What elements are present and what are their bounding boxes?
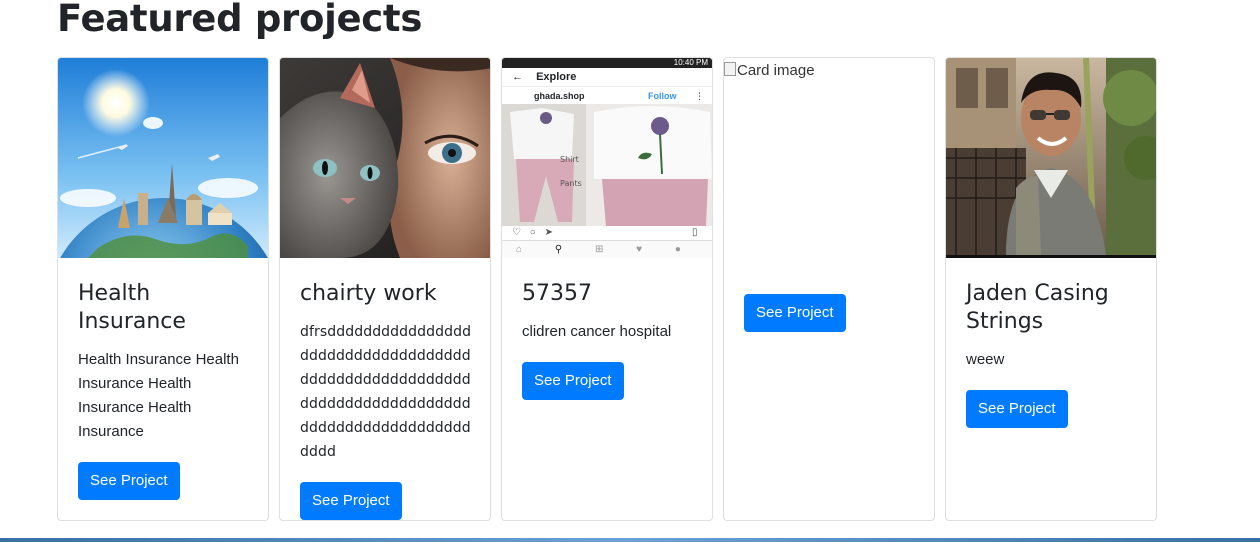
see-project-button[interactable]: See Project bbox=[966, 390, 1068, 428]
see-project-button[interactable]: See Project bbox=[744, 294, 846, 332]
card-image: Card image bbox=[724, 58, 934, 258]
card-image: 10:40 PM ← Explore ghada.shop Follow ⋮ S… bbox=[502, 58, 712, 258]
post-actions: ♡ ○ ➤ ▯ bbox=[502, 226, 712, 240]
search-icon: ⚲ bbox=[554, 244, 563, 255]
more-icon: ⋮ bbox=[695, 91, 704, 101]
comment-icon: ○ bbox=[529, 227, 536, 238]
card-text: clidren cancer hospital bbox=[522, 323, 672, 340]
broken-image: Card image bbox=[724, 62, 815, 79]
card-image bbox=[280, 58, 490, 258]
window-bottom-edge bbox=[0, 538, 1260, 542]
phone-tabbar: ⌂ ⚲ ⊞ ♥ ● bbox=[502, 240, 712, 258]
back-arrow-icon: ← bbox=[512, 71, 523, 83]
follow-link: Follow bbox=[648, 91, 677, 101]
shirt-caption: Shirt bbox=[560, 155, 579, 164]
broken-image-icon bbox=[724, 62, 736, 76]
pants-caption: Pants bbox=[560, 179, 582, 188]
project-card: Health Insurance Health Insurance Health… bbox=[57, 57, 269, 521]
card-text: weew bbox=[966, 351, 1005, 368]
bookmark-icon: ▯ bbox=[692, 227, 698, 238]
project-card: chairty work dfrsddddddddddddddddddddddd… bbox=[279, 57, 491, 521]
card-text: dfrsdddddddddddddddddddddddddddddddddddd… bbox=[300, 324, 472, 460]
page-title: Featured projects bbox=[57, 0, 423, 40]
screen-title: Explore bbox=[536, 71, 577, 83]
see-project-button[interactable]: See Project bbox=[78, 462, 180, 500]
heart-tab-icon: ♥ bbox=[636, 244, 643, 255]
account-name: ghada.shop bbox=[534, 91, 585, 101]
profile-icon: ● bbox=[674, 244, 681, 255]
card-text: Health Insurance Health Insurance Health… bbox=[78, 351, 239, 440]
share-icon: ➤ bbox=[544, 227, 553, 238]
image-alt-text: Card image bbox=[737, 62, 815, 79]
card-image bbox=[58, 58, 268, 258]
project-card: Card image See Project bbox=[723, 57, 935, 521]
card-title: 57357 bbox=[522, 281, 592, 306]
status-time: 10:40 PM bbox=[673, 58, 708, 67]
phone-status-bar: 10:40 PM bbox=[502, 58, 712, 68]
see-project-button[interactable]: See Project bbox=[522, 362, 624, 400]
project-card: Jaden Casing Strings weew See Project bbox=[945, 57, 1157, 521]
add-icon: ⊞ bbox=[594, 244, 604, 255]
account-row: ghada.shop Follow ⋮ bbox=[502, 86, 712, 105]
phone-header: ← Explore bbox=[502, 68, 712, 86]
card-title: Jaden Casing Strings bbox=[966, 281, 1109, 334]
home-icon: ⌂ bbox=[516, 244, 523, 255]
card-image bbox=[946, 58, 1156, 258]
card-title: chairty work bbox=[300, 281, 437, 306]
see-project-button[interactable]: See Project bbox=[300, 482, 402, 520]
project-card: 10:40 PM ← Explore ghada.shop Follow ⋮ S… bbox=[501, 57, 713, 521]
heart-icon: ♡ bbox=[512, 227, 521, 238]
card-title: Health Insurance bbox=[78, 281, 186, 334]
